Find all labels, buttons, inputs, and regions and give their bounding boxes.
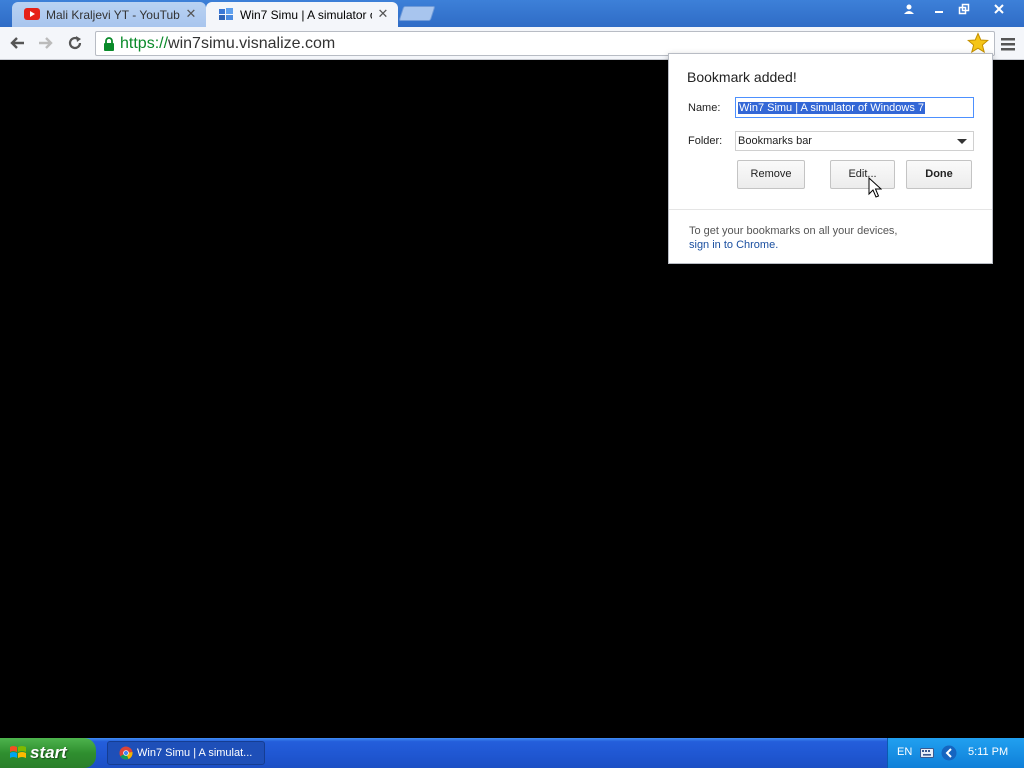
- close-window-button[interactable]: [985, 0, 1013, 18]
- url-host: win7simu.visnalize.com: [168, 35, 336, 52]
- sign-in-link[interactable]: sign in to Chrome.: [689, 238, 898, 252]
- sync-promo-text: To get your bookmarks on all your device…: [689, 225, 898, 237]
- forward-button[interactable]: [35, 32, 57, 54]
- tab-youtube[interactable]: Mali Kraljevi YT - YouTube ✕: [12, 2, 206, 27]
- back-arrow-icon: [10, 37, 24, 49]
- taskbar-item-label: Win7 Simu | A simulat...: [137, 747, 253, 759]
- forward-arrow-icon: [39, 37, 53, 49]
- user-icon[interactable]: [896, 0, 922, 18]
- tab-win7simu[interactable]: Win7 Simu | A simulator of W ✕: [206, 2, 398, 27]
- tab-title: Win7 Simu | A simulator of W: [240, 7, 372, 22]
- reload-icon: [68, 36, 82, 50]
- done-button[interactable]: Done: [906, 160, 972, 189]
- browser-tab-strip: Mali Kraljevi YT - YouTube ✕ Win7 Simu |…: [0, 0, 1024, 27]
- remove-button[interactable]: Remove: [737, 160, 805, 189]
- bookmark-star-icon[interactable]: [967, 32, 989, 54]
- edit-button[interactable]: Edit...: [830, 160, 895, 189]
- divider: [669, 209, 992, 210]
- close-icon[interactable]: ✕: [376, 7, 390, 21]
- close-icon[interactable]: ✕: [184, 7, 198, 21]
- back-button[interactable]: [6, 32, 28, 54]
- bookmark-name-input[interactable]: Win7 Simu | A simulator of Windows 7: [735, 97, 974, 118]
- bookmark-name-value: Win7 Simu | A simulator of Windows 7: [738, 102, 926, 114]
- sync-promo: To get your bookmarks on all your device…: [689, 224, 898, 252]
- system-tray: EN 5:11 PM: [887, 738, 1024, 768]
- windows-flag-icon: [10, 746, 26, 758]
- language-indicator[interactable]: EN: [897, 746, 912, 758]
- url-text: https://win7simu.visnalize.com: [120, 35, 335, 53]
- clock[interactable]: 5:11 PM: [968, 746, 1008, 758]
- chrome-icon: [119, 746, 133, 760]
- new-tab-button[interactable]: [398, 6, 436, 21]
- start-button[interactable]: start: [0, 738, 96, 768]
- tab-title: Mali Kraljevi YT - YouTube: [46, 7, 180, 22]
- bubble-title: Bookmark added!: [687, 69, 797, 85]
- desktop-screen: Mali Kraljevi YT - YouTube ✕ Win7 Simu |…: [0, 0, 1024, 768]
- start-label: start: [30, 743, 67, 762]
- taskbar-item-chrome[interactable]: Win7 Simu | A simulat...: [107, 741, 265, 765]
- lock-icon: [104, 37, 114, 51]
- url-scheme: https://: [120, 35, 169, 52]
- restore-button[interactable]: [951, 0, 977, 18]
- name-label: Name:: [688, 102, 721, 114]
- youtube-icon: [24, 8, 40, 20]
- bookmark-bubble: Bookmark added! Name: Win7 Simu | A simu…: [668, 53, 993, 264]
- mouse-cursor-icon: [868, 177, 882, 198]
- folder-select[interactable]: Bookmarks bar: [735, 131, 974, 151]
- folder-label: Folder:: [688, 135, 723, 147]
- win7simu-icon: [219, 8, 233, 20]
- minimize-button[interactable]: [926, 0, 952, 18]
- folder-value: Bookmarks bar: [738, 135, 812, 147]
- show-hidden-icons-icon[interactable]: [941, 745, 957, 761]
- chevron-down-icon: [957, 139, 967, 144]
- keyboard-icon[interactable]: [920, 747, 934, 759]
- reload-button[interactable]: [64, 32, 86, 54]
- taskbar: start Win7 Simu | A simulat... EN 5:11 P…: [0, 738, 1024, 768]
- menu-icon[interactable]: [997, 33, 1019, 55]
